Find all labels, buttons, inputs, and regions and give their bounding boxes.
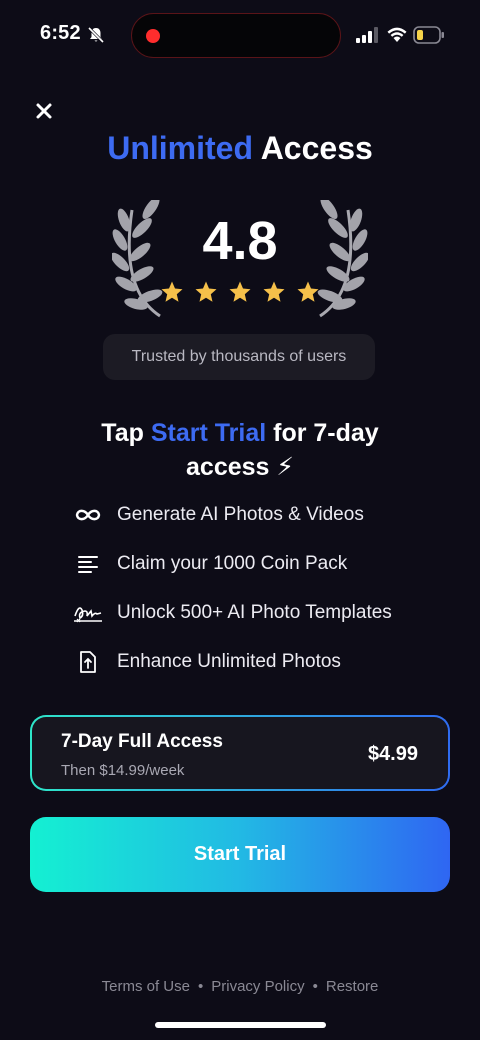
feature-label: Enhance Unlimited Photos	[117, 651, 341, 672]
star-icon	[161, 281, 183, 302]
star-icon	[263, 281, 285, 302]
status-time: 6:52	[40, 22, 81, 44]
terms-link[interactable]: Terms of Use	[102, 978, 190, 995]
title-accent: Unlimited	[107, 130, 253, 166]
start-trial-button[interactable]: Start Trial	[30, 817, 450, 892]
trial-headline: Tap Start Trial for 7-day access ⚡	[60, 416, 420, 484]
star-icon	[229, 281, 251, 302]
feature-label: Claim your 1000 Coin Pack	[117, 553, 348, 574]
feature-item-templates: Unlock 500+ AI Photo Templates	[72, 598, 392, 628]
footer-links: Terms of Use • Privacy Policy • Restore	[0, 978, 480, 995]
plan-option-7day[interactable]: 7-Day Full Access Then $14.99/week $4.99	[30, 715, 450, 791]
star-icon	[195, 281, 217, 302]
home-indicator	[155, 1022, 326, 1028]
star-icon	[297, 281, 319, 302]
enhance-file-icon	[72, 650, 104, 674]
footer-separator: •	[312, 978, 318, 995]
battery-low-icon	[413, 26, 444, 44]
infinity-icon	[72, 503, 104, 527]
plan-name: 7-Day Full Access	[61, 731, 223, 752]
feature-item-coins: Claim your 1000 Coin Pack	[72, 549, 347, 579]
cellular-signal-icon	[356, 27, 378, 43]
plan-price: $4.99	[367, 743, 418, 765]
headline-prefix: Tap	[101, 419, 151, 447]
page-title: Unlimited Access	[0, 130, 480, 167]
footer-separator: •	[197, 978, 204, 995]
lines-icon	[72, 552, 104, 576]
dynamic-island	[131, 13, 341, 58]
bell-slash-icon	[87, 26, 105, 44]
feature-label: Unlock 500+ AI Photo Templates	[117, 602, 392, 623]
rating-value: 4.8	[202, 211, 278, 271]
close-icon[interactable]	[31, 98, 57, 124]
feature-label: Generate AI Photos & Videos	[117, 504, 364, 525]
headline-accent: Start Trial	[150, 419, 267, 447]
trust-badge: Trusted by thousands of users	[103, 334, 375, 380]
plan-subtext: Then $14.99/week	[61, 762, 185, 779]
recording-indicator	[146, 29, 160, 43]
title-rest: Access	[260, 130, 373, 166]
restore-link[interactable]: Restore	[326, 978, 379, 995]
privacy-link[interactable]: Privacy Policy	[211, 978, 304, 995]
feature-item-enhance: Enhance Unlimited Photos	[72, 647, 341, 677]
signature-icon	[72, 601, 104, 625]
star-rating	[160, 280, 320, 304]
plan-card-inner: 7-Day Full Access Then $14.99/week $4.99	[32, 717, 448, 789]
wifi-icon	[387, 27, 407, 42]
feature-item-generate: Generate AI Photos & Videos	[72, 500, 364, 530]
